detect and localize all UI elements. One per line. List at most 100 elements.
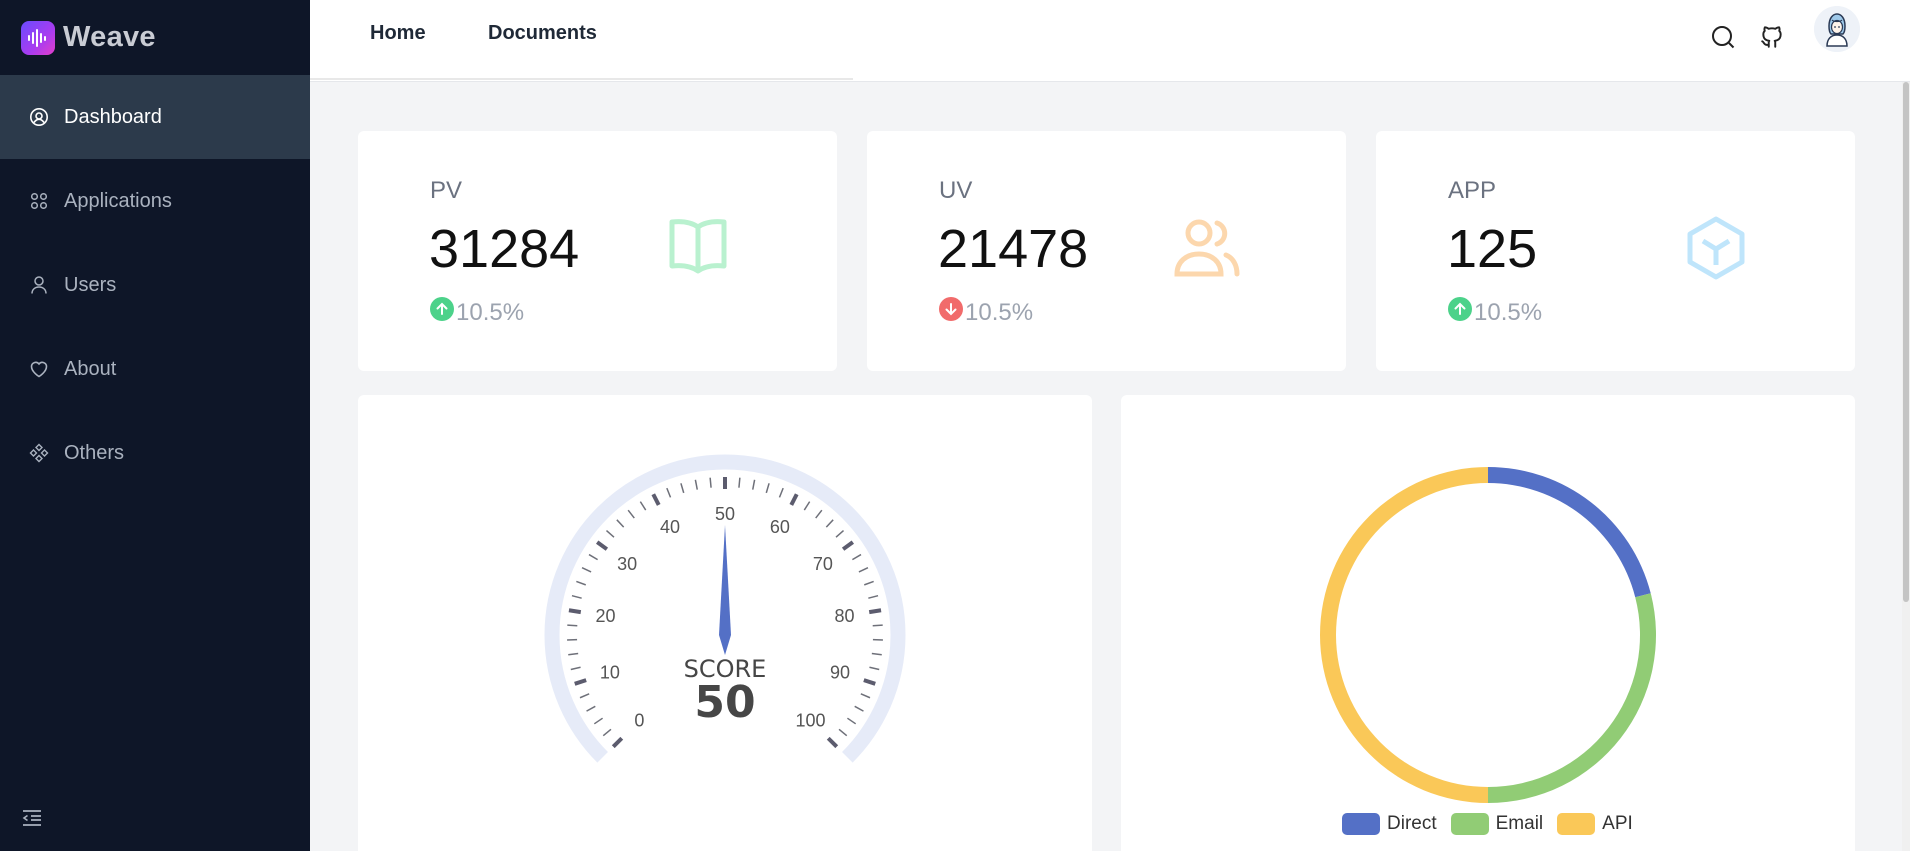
sidebar-item-users[interactable]: Users <box>0 243 310 327</box>
gauge-tick-label: 50 <box>715 504 735 524</box>
sidebar: Weave Dashboard Applications Users About… <box>0 0 310 851</box>
gauge-minor-tick <box>602 728 612 737</box>
gauge-minor-tick <box>846 717 857 725</box>
stat-change: 10.5% <box>456 299 525 326</box>
legend-item-direct[interactable]: Direct <box>1342 813 1437 835</box>
gauge-minor-tick <box>838 728 848 737</box>
stat-label: APP <box>1448 177 1497 204</box>
stat-card-uv: UV 21478 10.5% <box>867 131 1346 371</box>
stat-change: 10.5% <box>965 299 1034 326</box>
stat-trend: 10.5% <box>1448 291 1542 327</box>
gauge-tick-label: 70 <box>813 554 833 574</box>
heart-icon <box>29 359 49 379</box>
gauge-minor-tick <box>694 479 699 490</box>
gauge-tick-label: 100 <box>796 711 826 731</box>
arrow-up-icon <box>430 297 454 321</box>
gauge-minor-tick <box>751 479 756 490</box>
gauge-major-tick <box>868 608 882 615</box>
score-gauge: 0102030405060708090100SCORE50 <box>544 454 906 763</box>
gauge-minor-tick <box>639 501 647 511</box>
gauge-major-tick <box>863 678 876 686</box>
sidebar-item-others[interactable]: Others <box>0 411 310 495</box>
gauge-major-tick <box>574 678 587 686</box>
diamond-cluster-icon <box>29 443 49 463</box>
app-name: Weave <box>63 21 156 53</box>
menu-fold-icon[interactable] <box>22 809 42 827</box>
gauge-minor-tick <box>593 717 604 725</box>
sidebar-item-applications[interactable]: Applications <box>0 159 310 243</box>
gauge-tick-label: 10 <box>600 662 620 682</box>
gauge-minor-tick <box>579 693 590 699</box>
gauge-major-tick <box>611 736 624 749</box>
gauge-minor-tick <box>825 519 834 528</box>
traffic-source-card <box>1121 395 1855 851</box>
gauge-pointer <box>719 525 731 655</box>
stat-label: UV <box>939 177 973 204</box>
page-scrollbar[interactable] <box>1902 82 1910 851</box>
stat-card-app: APP 125 10.5% <box>1376 131 1855 371</box>
user-avatar[interactable] <box>1814 6 1860 52</box>
stat-trend: 10.5% <box>939 291 1033 327</box>
gauge-tick-label: 0 <box>634 711 644 731</box>
gauge-minor-tick <box>778 487 784 498</box>
gauge-minor-tick <box>666 487 672 498</box>
gauge-minor-tick <box>627 509 635 519</box>
sidebar-item-label: Applications <box>64 189 172 212</box>
arrow-up-icon <box>1448 297 1472 321</box>
gauge-minor-tick <box>738 477 741 488</box>
tab-home[interactable]: Home <box>370 22 426 45</box>
sidebar-item-label: About <box>64 357 117 380</box>
gauge-tick-label: 40 <box>660 517 680 537</box>
legend-label: Email <box>1495 813 1544 834</box>
sound-wave-logo-icon <box>21 20 55 55</box>
book-icon <box>663 213 733 283</box>
user-icon <box>29 275 49 295</box>
legend-label: Direct <box>1387 813 1437 834</box>
legend-label: API <box>1602 813 1633 834</box>
stat-label: PV <box>430 177 463 204</box>
legend-swatch <box>1450 813 1489 835</box>
gauge-major-tick <box>841 540 855 551</box>
gauge-minor-tick <box>860 693 871 699</box>
gauge-tick-label: 90 <box>830 662 850 682</box>
traffic-source-donut <box>1320 467 1656 803</box>
sidebar-item-label: Users <box>64 273 117 296</box>
sidebar-item-label: Others <box>64 441 125 464</box>
legend-item-api[interactable]: API <box>1557 813 1633 835</box>
stat-value: 125 <box>1447 219 1538 279</box>
top-header: Home Documents <box>310 0 1910 82</box>
gauge-major-tick <box>651 493 661 506</box>
gauge-minor-tick <box>852 553 862 561</box>
gauge-minor-tick <box>680 483 685 494</box>
dashboard-icon <box>29 107 49 127</box>
gauge-minor-tick <box>863 580 874 586</box>
gauge-minor-tick <box>765 483 770 494</box>
legend-item-email[interactable]: Email <box>1450 813 1544 835</box>
stat-value: 21478 <box>938 219 1089 279</box>
gauge-minor-tick <box>616 519 625 528</box>
gauge-minor-tick <box>581 567 592 573</box>
brand[interactable]: Weave <box>0 0 310 75</box>
gauge-major-tick <box>568 608 582 615</box>
gauge-minor-tick <box>871 652 882 656</box>
tab-documents[interactable]: Documents <box>488 22 597 45</box>
gauge-minor-tick <box>854 705 864 712</box>
gauge-tick-label: 80 <box>834 606 854 626</box>
gauge-minor-tick <box>709 477 712 488</box>
github-icon[interactable] <box>1759 24 1785 50</box>
sidebar-item-label: Dashboard <box>64 105 162 128</box>
scrollbar-thumb[interactable] <box>1903 82 1909 602</box>
gauge-minor-tick <box>815 509 823 519</box>
gauge-minor-tick <box>835 529 845 538</box>
gauge-major-tick <box>826 736 839 749</box>
apps-grid-icon <box>29 191 49 211</box>
gauge-minor-tick <box>570 666 581 671</box>
search-icon[interactable] <box>1710 24 1736 50</box>
sidebar-item-about[interactable]: About <box>0 327 310 411</box>
chart-legend: Direct Email API <box>1342 812 1647 836</box>
gauge-minor-tick <box>576 580 587 586</box>
sidebar-item-dashboard[interactable]: Dashboard <box>0 75 310 159</box>
gauge-minor-tick <box>605 529 615 538</box>
stat-card-pv: PV 31284 10.5% <box>358 131 837 371</box>
score-gauge-card: 0 10 20 30 40 50 60 70 80 90 100 SCORE 50 <box>358 395 1092 851</box>
